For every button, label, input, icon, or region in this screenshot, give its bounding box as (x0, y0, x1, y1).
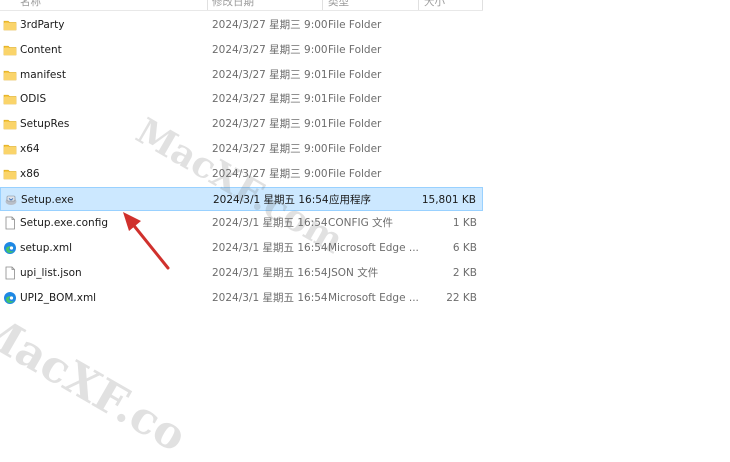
red-arrow-annotation (123, 212, 170, 270)
file-explorer: 名称 修改日期 类型 大小 3rdParty 2024/3/27 星期三 9:00… (0, 0, 730, 462)
